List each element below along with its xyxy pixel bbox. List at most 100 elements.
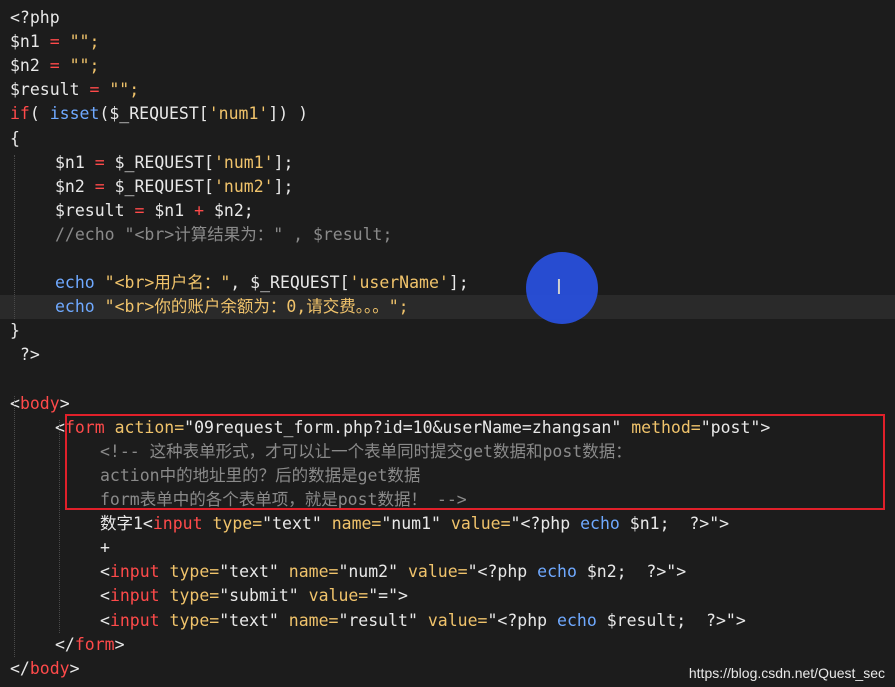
code-token: value=: [417, 610, 488, 630]
code-token: 'num1': [213, 152, 274, 172]
code-line[interactable]: <body>: [0, 392, 895, 416]
code-line[interactable]: <input type="submit" value="=">: [0, 584, 895, 608]
code-line[interactable]: </form>: [0, 633, 895, 657]
code-line[interactable]: echo "<br>用户名：", $_REQUEST['userName'];: [0, 271, 895, 295]
code-token: echo: [55, 273, 95, 293]
code-line[interactable]: <?php: [0, 6, 895, 30]
code-token: ];: [273, 176, 294, 196]
code-token: "text": [219, 562, 279, 582]
code-token: ];: [448, 273, 469, 293]
code-line[interactable]: [0, 247, 895, 271]
code-token: <: [100, 586, 110, 606]
code-token: value=: [298, 586, 369, 606]
code-token: >: [69, 658, 80, 678]
code-line[interactable]: $n1 = $_REQUEST['num1'];: [0, 151, 895, 175]
code-token: input: [152, 514, 203, 534]
indent-guide: [14, 154, 15, 320]
code-line[interactable]: $result = $n1 + $n2;: [0, 199, 895, 223]
mouse-cursor-highlight: [526, 252, 598, 324]
code-token: value=: [398, 562, 468, 582]
code-line[interactable]: if( isset($_REQUEST['num1']) ): [0, 102, 895, 126]
code-token: 'num2': [213, 176, 274, 196]
code-token: echo: [55, 297, 95, 317]
code-token: "result": [338, 610, 418, 630]
code-line[interactable]: $result = "";: [0, 78, 895, 102]
code-token: {: [10, 128, 20, 148]
code-token: =: [49, 32, 60, 52]
code-line[interactable]: $n2 = "";: [0, 54, 895, 78]
code-token: $n1: [10, 32, 50, 52]
code-line[interactable]: [0, 368, 895, 392]
code-token: $n2: [10, 56, 50, 76]
code-token: if: [10, 104, 30, 124]
code-line-current[interactable]: echo "<br>你的账户余额为：0,请交费。。。";: [0, 295, 895, 320]
code-token: body: [29, 658, 70, 678]
code-token: "<?php: [467, 562, 538, 582]
code-token: +: [194, 200, 205, 220]
code-line[interactable]: 数字1<input type="text" name="num1" value=…: [0, 512, 895, 536]
code-token: input: [109, 610, 160, 630]
code-token: type=: [159, 610, 220, 630]
code-token: <: [100, 610, 110, 630]
code-token: "<?php: [487, 610, 558, 630]
code-token: isset: [49, 104, 100, 124]
code-token: name=: [278, 562, 339, 582]
code-token: $n2: [55, 176, 95, 196]
code-line[interactable]: {: [0, 127, 895, 151]
code-token: ];: [273, 152, 294, 172]
code-token: $_REQUEST[: [104, 152, 214, 172]
code-token: //echo "<br>计算结果为：" , $result;: [55, 224, 393, 244]
code-token: "num1": [381, 514, 441, 534]
code-token: =: [49, 56, 60, 76]
code-token: "";: [59, 32, 100, 52]
code-token: "";: [99, 80, 140, 100]
code-line[interactable]: $n2 = $_REQUEST['num2'];: [0, 175, 895, 199]
code-token: >: [114, 634, 125, 654]
code-token: value=: [440, 514, 511, 534]
code-line[interactable]: <input type="text" name="result" value="…: [0, 609, 895, 633]
code-token: ?>: [10, 345, 40, 365]
code-token: $n1; ?>">: [619, 514, 730, 534]
code-token: (: [29, 104, 50, 124]
code-line[interactable]: +: [0, 536, 895, 560]
code-editor[interactable]: <?php $n1 = ""; $n2 = ""; $result = ""; if( …: [0, 0, 895, 687]
code-token: 'num1': [208, 104, 269, 124]
code-token: $result; ?>">: [596, 610, 746, 630]
code-token: echo: [557, 610, 597, 630]
indent-guide: [59, 419, 60, 633]
code-line[interactable]: }: [0, 319, 895, 343]
code-token: $result: [55, 200, 135, 220]
code-token: "<br>你的账户余额为：0,请交费。。。";: [94, 297, 409, 317]
code-token: $n2; ?>">: [576, 562, 687, 582]
code-token: $result: [10, 80, 90, 100]
highlight-annotation-box: [65, 414, 885, 510]
code-token: echo: [580, 514, 620, 534]
code-token: $n2;: [204, 200, 254, 220]
code-line[interactable]: ?>: [0, 343, 895, 367]
code-token: ]) ): [268, 104, 309, 124]
code-token: +: [100, 538, 110, 558]
code-token: input: [109, 586, 160, 606]
code-line[interactable]: //echo "<br>计算结果为：" , $result;: [0, 223, 895, 247]
code-token: }: [10, 321, 20, 341]
code-token: >: [59, 393, 70, 413]
code-token: "submit": [219, 586, 299, 606]
code-token: type=: [202, 514, 263, 534]
code-token: type=: [159, 586, 220, 606]
code-token: =: [94, 176, 105, 196]
text-cursor-icon: I: [556, 275, 562, 299]
code-line[interactable]: <input type="text" name="num2" value="<?…: [0, 560, 895, 584]
code-token: "=">: [368, 586, 408, 606]
code-token: =: [94, 152, 105, 172]
code-token: name=: [321, 514, 382, 534]
code-token: =: [89, 80, 100, 100]
indent-guide: [14, 395, 15, 657]
code-token: </: [55, 634, 75, 654]
code-line[interactable]: $n1 = "";: [0, 30, 895, 54]
code-token: "<?php: [510, 514, 581, 534]
code-token: $n1: [55, 152, 95, 172]
code-token: "num2": [338, 562, 399, 582]
code-token: "";: [59, 56, 100, 76]
code-token: 数字1<: [100, 514, 153, 534]
code-token: <?php: [10, 8, 60, 27]
